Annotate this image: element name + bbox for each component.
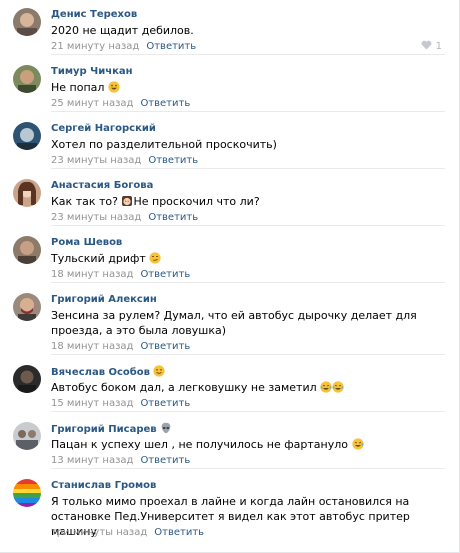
comment-time[interactable]: 25 минут назад <box>51 98 133 109</box>
comment-text-part: Как так то? <box>51 195 118 208</box>
comment-author[interactable]: Станислав Громов <box>51 479 156 492</box>
comment-text: Тульский дрифт <box>51 251 446 266</box>
comment-text-body: Автобус боком дал, а легковушку не замет… <box>51 381 317 394</box>
grin-emoji-icon <box>108 81 120 93</box>
comment-time[interactable]: 18 минут назад <box>51 341 133 352</box>
reply-link[interactable]: Ответить <box>148 212 198 223</box>
comment-time[interactable]: 18 минут назад <box>51 269 133 280</box>
comment-author[interactable]: Вячеслав Особов <box>51 365 166 379</box>
avatar[interactable] <box>13 179 41 207</box>
separator <box>51 225 445 226</box>
comment-text: Зенсина за рулем? Думал, что ей автобус … <box>51 309 417 337</box>
comment-meta: 23 минуты назад Ответить <box>51 211 198 224</box>
comment-author-name: Вячеслав Особов <box>51 367 150 378</box>
comment-text: Автобус боком дал, а легковушку не замет… <box>51 380 446 395</box>
tears-of-joy-emoji-icon <box>320 381 332 393</box>
reply-link[interactable]: Ответить <box>140 269 190 280</box>
comment-text: Хотел по разделительной проскочить) <box>51 138 277 151</box>
smirk-emoji-icon <box>149 252 161 264</box>
comment-meta: три минуты назад Ответить <box>51 526 204 539</box>
comment-text: Пацан к успеху шел , не получилось не фа… <box>51 437 446 452</box>
comment-author[interactable]: Рома Шевов <box>51 236 122 249</box>
separator <box>51 411 445 412</box>
heart-icon <box>422 40 432 50</box>
alien-emoji-icon <box>161 422 171 434</box>
comment-meta: 23 минуты назад Ответить <box>51 154 198 167</box>
reply-link[interactable]: Ответить <box>140 341 190 352</box>
comment-time[interactable]: 13 минут назад <box>51 455 133 466</box>
comment-author[interactable]: Тимур Чичкан <box>51 65 133 78</box>
comment-time[interactable]: 15 минут назад <box>51 398 133 409</box>
comment-text: 2020 не щадит дебилов. <box>51 24 194 37</box>
comment-text: Как так то? Не проскочил что ли? <box>51 194 446 209</box>
comment-text-body: Тульский дрифт <box>51 252 146 265</box>
separator <box>51 111 445 112</box>
like-button[interactable]: 1 <box>421 40 442 53</box>
comment-time[interactable]: три минуты назад <box>51 527 147 538</box>
comment-meta: 18 минут назад Ответить <box>51 268 190 281</box>
comments-panel: Денис Терехов 2020 не щадит дебилов. 21 … <box>0 0 460 553</box>
avatar[interactable] <box>13 65 41 93</box>
reply-link[interactable]: Ответить <box>140 398 190 409</box>
tears-of-joy-emoji-icon <box>332 381 344 393</box>
comment-author[interactable]: Григорий Алексин <box>51 293 157 306</box>
avatar[interactable] <box>13 293 41 321</box>
separator <box>51 54 445 55</box>
separator <box>51 468 445 469</box>
comment-author[interactable]: Сергей Нагорский <box>51 122 156 135</box>
separator <box>51 354 445 355</box>
like-count: 1 <box>435 41 442 52</box>
reply-link[interactable]: Ответить <box>140 98 190 109</box>
laughing-emoji-icon <box>351 438 364 450</box>
smile-emoji-icon <box>153 365 166 377</box>
comment-author[interactable]: Денис Терехов <box>51 8 137 21</box>
avatar[interactable] <box>13 422 41 450</box>
comment-text: Не попал <box>51 80 446 95</box>
comment-author[interactable]: Анастасия Богова <box>51 179 153 192</box>
comment-meta: 18 минут назад Ответить <box>51 340 190 353</box>
comment-meta: 15 минут назад Ответить <box>51 397 190 410</box>
reply-link[interactable]: Ответить <box>154 527 204 538</box>
avatar[interactable] <box>13 236 41 264</box>
comment-time[interactable]: 23 минуты назад <box>51 212 141 223</box>
comment-author[interactable]: Григорий Писарев <box>51 422 172 436</box>
reply-link[interactable]: Ответить <box>140 455 190 466</box>
comment-meta: 25 минут назад Ответить <box>51 97 190 110</box>
comment-time[interactable]: 21 минуту назад <box>51 41 139 52</box>
woman-emoji-icon <box>122 196 133 206</box>
comment-meta: 13 минут назад Ответить <box>51 454 190 467</box>
avatar[interactable] <box>13 122 41 150</box>
comment-text-part: Не проскочил что ли? <box>133 195 260 208</box>
comment-text-body: Пацан к успеху шел , не получилось не фа… <box>51 438 349 451</box>
avatar[interactable] <box>13 8 41 36</box>
reply-link[interactable]: Ответить <box>148 155 198 166</box>
reply-link[interactable]: Ответить <box>146 41 196 52</box>
separator <box>51 168 445 169</box>
separator <box>51 282 445 283</box>
avatar[interactable] <box>13 365 41 393</box>
comment-text-body: Не попал <box>51 81 105 94</box>
avatar[interactable] <box>13 479 41 507</box>
comment-time[interactable]: 23 минуты назад <box>51 155 141 166</box>
comment-author-name: Григорий Писарев <box>51 424 157 435</box>
comment-meta: 21 минуту назад Ответить <box>51 40 196 53</box>
